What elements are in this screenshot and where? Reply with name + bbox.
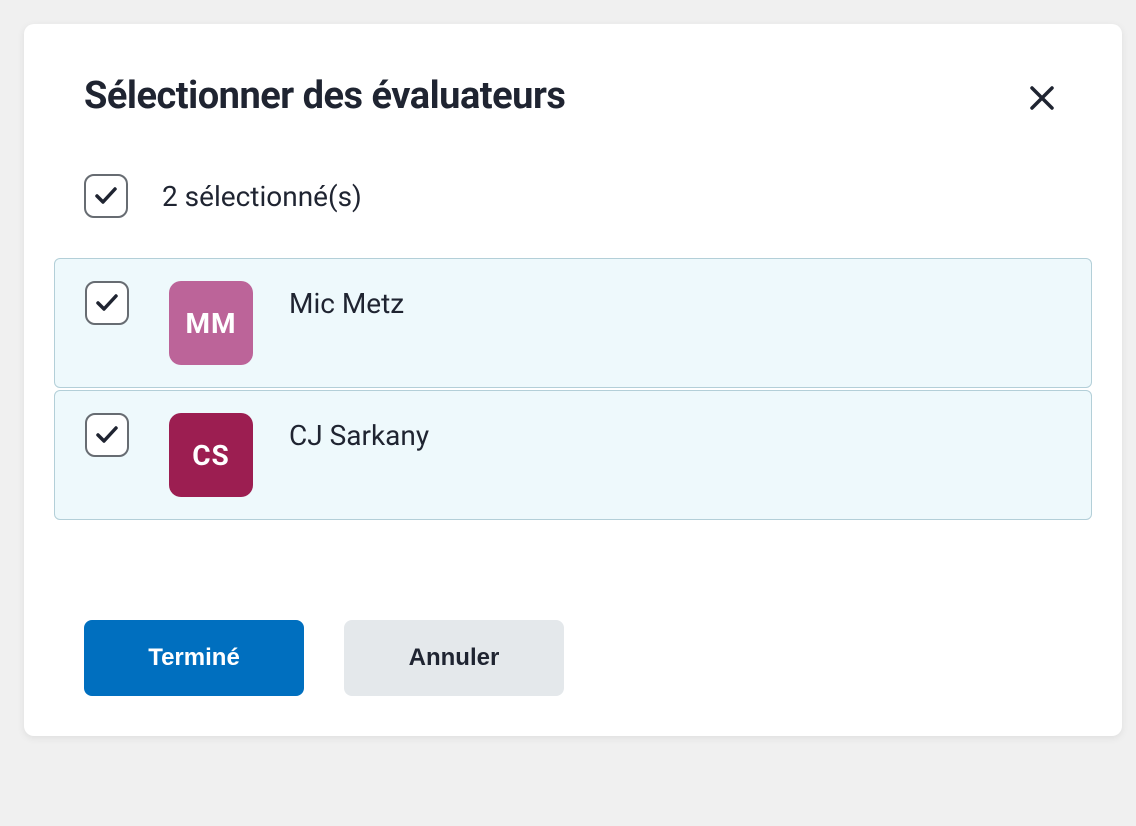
- modal-footer: Terminé Annuler: [54, 620, 1092, 696]
- select-evaluators-modal: Sélectionner des évaluateurs 2 sélection…: [24, 24, 1122, 736]
- cancel-button[interactable]: Annuler: [344, 620, 564, 696]
- checkmark-icon: [92, 182, 120, 210]
- close-button[interactable]: [1022, 78, 1062, 118]
- avatar-initials: CS: [192, 439, 230, 472]
- evaluator-checkbox[interactable]: [85, 281, 129, 325]
- evaluator-name: Mic Metz: [289, 287, 404, 320]
- evaluator-name: CJ Sarkany: [289, 419, 429, 452]
- evaluator-row[interactable]: CS CJ Sarkany: [54, 390, 1092, 520]
- selected-summary-row: 2 sélectionné(s): [54, 174, 1092, 218]
- avatar: CS: [169, 413, 253, 497]
- modal-header: Sélectionner des évaluateurs: [54, 74, 1092, 118]
- evaluator-row[interactable]: MM Mic Metz: [54, 258, 1092, 388]
- selected-count-label: 2 sélectionné(s): [162, 180, 362, 213]
- evaluator-list: MM Mic Metz CS CJ Sarkany: [54, 258, 1092, 520]
- evaluator-checkbox[interactable]: [85, 413, 129, 457]
- avatar: MM: [169, 281, 253, 365]
- checkmark-icon: [93, 289, 121, 317]
- done-button[interactable]: Terminé: [84, 620, 304, 696]
- select-all-checkbox[interactable]: [84, 174, 128, 218]
- modal-title: Sélectionner des évaluateurs: [84, 74, 565, 118]
- close-icon: [1029, 85, 1055, 111]
- avatar-initials: MM: [185, 307, 236, 340]
- checkmark-icon: [93, 421, 121, 449]
